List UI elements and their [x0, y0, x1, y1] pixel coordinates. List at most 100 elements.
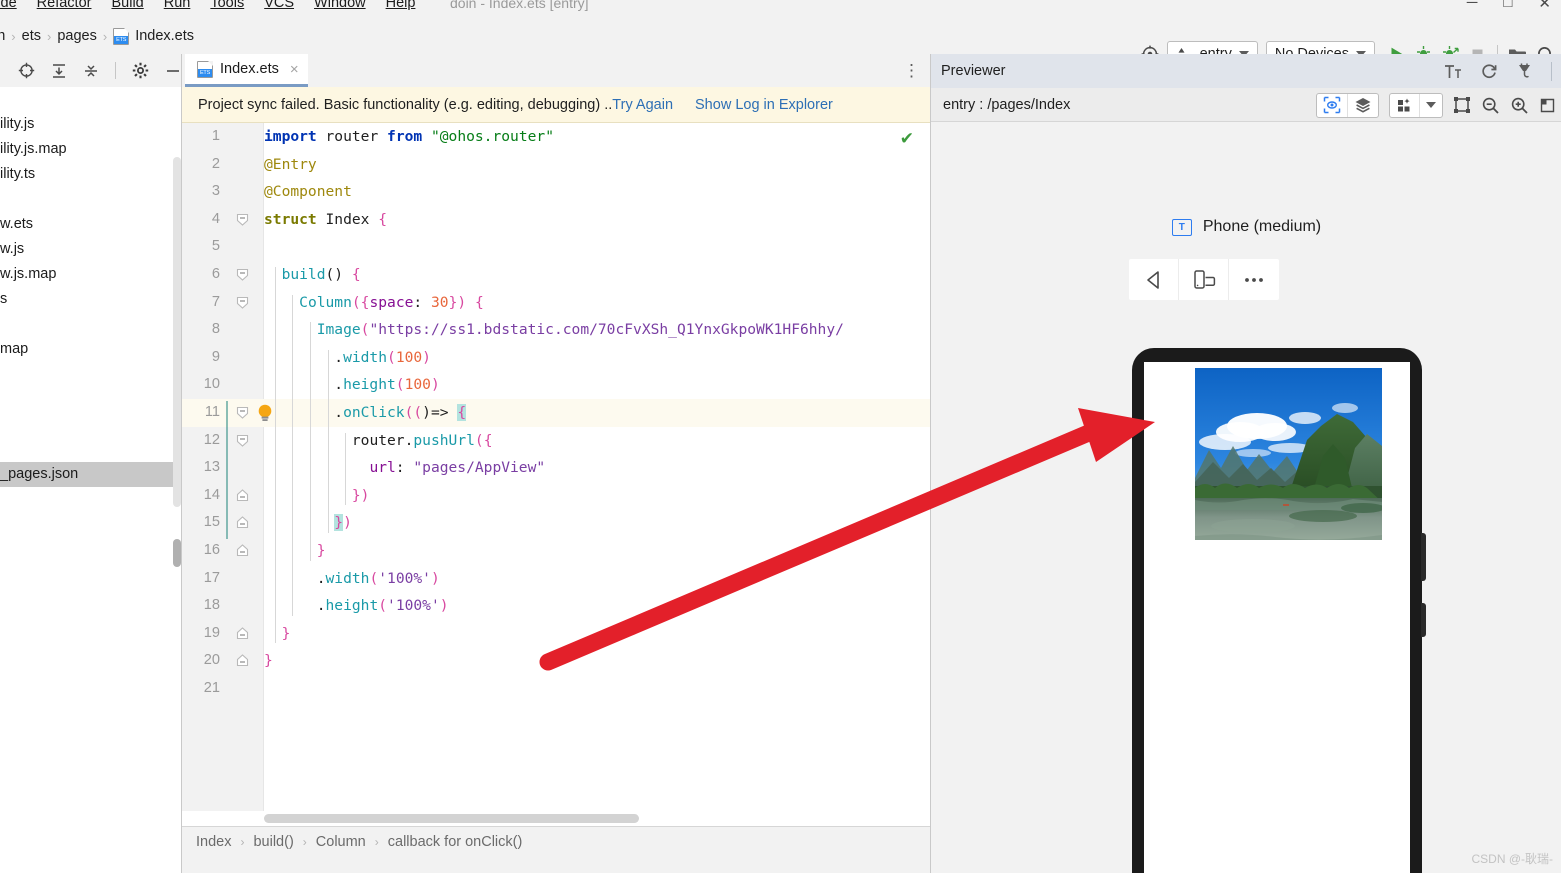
code-line[interactable]: 20}	[182, 647, 930, 675]
scrollbar-thumb[interactable]	[264, 814, 639, 823]
code-line[interactable]: 3 @Component	[182, 178, 930, 206]
code-line[interactable]: 9 .width(100)	[182, 344, 930, 372]
refresh-icon[interactable]	[1480, 62, 1498, 80]
breadcrumb-item-ets[interactable]: ets	[22, 28, 41, 44]
code-text[interactable]: Column({space: 30}) {	[264, 289, 484, 317]
back-icon[interactable]	[1129, 259, 1179, 300]
tree-item[interactable]: w.js.map	[0, 262, 181, 287]
code-text[interactable]: url: "pages/AppView"	[264, 454, 545, 482]
chevron-down-icon[interactable]	[1419, 93, 1442, 117]
tree-item-clipped[interactable]	[0, 487, 181, 512]
code-text[interactable]: .onClick(()=> {	[264, 399, 467, 427]
show-log-link[interactable]: Show Log in Explorer	[695, 97, 833, 113]
code-line[interactable]: 14 })	[182, 482, 930, 510]
fold-collapse-icon[interactable]	[236, 406, 249, 419]
tree-item-clipped[interactable]	[0, 187, 181, 212]
code-line[interactable]: 5	[182, 233, 930, 261]
fold-expand-icon[interactable]	[236, 488, 249, 502]
fold-collapse-icon[interactable]	[236, 213, 249, 226]
code-text[interactable]: .width('100%')	[264, 565, 440, 593]
tree-item-clipped[interactable]	[0, 512, 181, 537]
tree-item-clipped[interactable]	[0, 87, 181, 112]
menu-item-tools[interactable]: Tools	[210, 0, 244, 11]
code-text[interactable]: .height(100)	[264, 371, 439, 399]
close-icon[interactable]: ✕	[1538, 0, 1551, 12]
layers-icon[interactable]	[1347, 93, 1378, 117]
screenshot-icon[interactable]	[1539, 97, 1556, 114]
tree-item-clipped[interactable]	[0, 412, 181, 437]
code-line[interactable]: 16 }	[182, 537, 930, 565]
code-text[interactable]: })	[264, 509, 352, 537]
code-line[interactable]: 13 url: "pages/AppView"	[182, 454, 930, 482]
tree-item-clipped[interactable]	[0, 387, 181, 412]
fold-expand-icon[interactable]	[236, 654, 249, 667]
hide-panel-icon[interactable]	[165, 63, 181, 79]
maximize-icon[interactable]: □	[1503, 0, 1512, 12]
code-line[interactable]: 18 .height('100%')	[182, 592, 930, 620]
zoom-in-icon[interactable]	[1510, 96, 1529, 115]
code-content[interactable]: 1 import router from "@ohos.router" 2 @Entr…	[182, 123, 930, 826]
tree-item[interactable]: ility.js	[0, 112, 181, 137]
fold-collapse-icon[interactable]	[236, 268, 249, 281]
code-line[interactable]: 12 router.pushUrl({	[182, 427, 930, 455]
menu-item-code[interactable]: Code	[0, 0, 17, 11]
code-text[interactable]: Image("https://ss1.bdstatic.com/70cFvXSh…	[264, 316, 844, 344]
minimize-icon[interactable]: ─	[1467, 0, 1478, 12]
code-line[interactable]: 2 @Entry	[182, 151, 930, 179]
collapse-all-icon[interactable]	[83, 63, 99, 79]
more-icon[interactable]	[1229, 259, 1279, 300]
device-screen[interactable]	[1144, 362, 1410, 873]
code-line[interactable]: 8 Image("https://ss1.bdstatic.com/70cFvX…	[182, 316, 930, 344]
fold-collapse-icon[interactable]	[236, 434, 249, 447]
fold-expand-icon[interactable]	[236, 516, 249, 529]
structure-crumb-build[interactable]: build()	[253, 834, 293, 850]
tree-item[interactable]: ility.ts	[0, 162, 181, 187]
code-line[interactable]: 10 .height(100)	[182, 371, 930, 399]
code-line[interactable]: 1 import router from "@ohos.router"	[182, 123, 930, 151]
code-text[interactable]: }	[264, 647, 273, 675]
code-text[interactable]: .width(100)	[264, 344, 431, 372]
structure-crumb-column[interactable]: Column	[316, 834, 366, 850]
menu-item-refactor[interactable]: Refactor	[37, 0, 92, 11]
code-line[interactable]: 19 }	[182, 620, 930, 648]
code-text[interactable]: @Component	[264, 178, 352, 206]
preview-image[interactable]	[1195, 368, 1382, 540]
code-line[interactable]: 21	[182, 675, 930, 703]
menu-item-help[interactable]: Help	[386, 0, 416, 11]
settings-icon[interactable]	[132, 62, 149, 79]
tree-item[interactable]: _pages.json	[0, 462, 181, 487]
tree-item[interactable]: w.ets	[0, 212, 181, 237]
menu-item-vcs[interactable]: VCS	[264, 0, 294, 11]
code-line[interactable]: 15 })	[182, 509, 930, 537]
frame-icon[interactable]	[1453, 96, 1471, 114]
code-text[interactable]: @Entry	[264, 151, 317, 179]
code-text[interactable]: }	[264, 537, 326, 565]
project-scrollbar-track[interactable]	[173, 157, 181, 507]
try-again-link[interactable]: Try Again	[612, 97, 673, 113]
menu-item-window[interactable]: Window	[314, 0, 366, 11]
inspection-status-icon[interactable]: ✔	[900, 129, 914, 149]
breadcrumb-item-index-ets[interactable]: Index.ets	[135, 28, 194, 44]
tree-item-clipped[interactable]	[0, 437, 181, 462]
editor-tab-index-ets[interactable]: Index.ets ×	[185, 54, 308, 87]
tab-overflow-icon[interactable]: ⋮	[903, 54, 920, 87]
code-line[interactable]: 7 Column({space: 30}) {	[182, 289, 930, 317]
code-text[interactable]: struct Index {	[264, 206, 387, 234]
inspector-icon[interactable]	[1317, 94, 1347, 117]
plug-off-icon[interactable]	[1515, 62, 1534, 80]
editor-horizontal-scrollbar[interactable]	[182, 811, 930, 826]
rotate-icon[interactable]	[1179, 259, 1229, 300]
structure-crumb-index[interactable]: Index	[196, 834, 231, 850]
tree-item[interactable]: ility.js.map	[0, 137, 181, 162]
tree-item-clipped[interactable]	[0, 362, 181, 387]
code-text[interactable]: import router from "@ohos.router"	[264, 123, 554, 151]
fold-collapse-icon[interactable]	[236, 296, 249, 309]
breadcrumb-item-pages[interactable]: pages	[57, 28, 97, 44]
code-text[interactable]: }	[264, 620, 291, 648]
code-editor[interactable]: 1 import router from "@ohos.router" 2 @Entr…	[182, 123, 930, 826]
locate-icon[interactable]	[18, 62, 35, 79]
tree-item[interactable]: map	[0, 337, 181, 362]
tree-item-clipped[interactable]	[0, 537, 181, 562]
menu-item-build[interactable]: Build	[111, 0, 143, 11]
code-line[interactable]: 17 .width('100%')	[182, 565, 930, 593]
